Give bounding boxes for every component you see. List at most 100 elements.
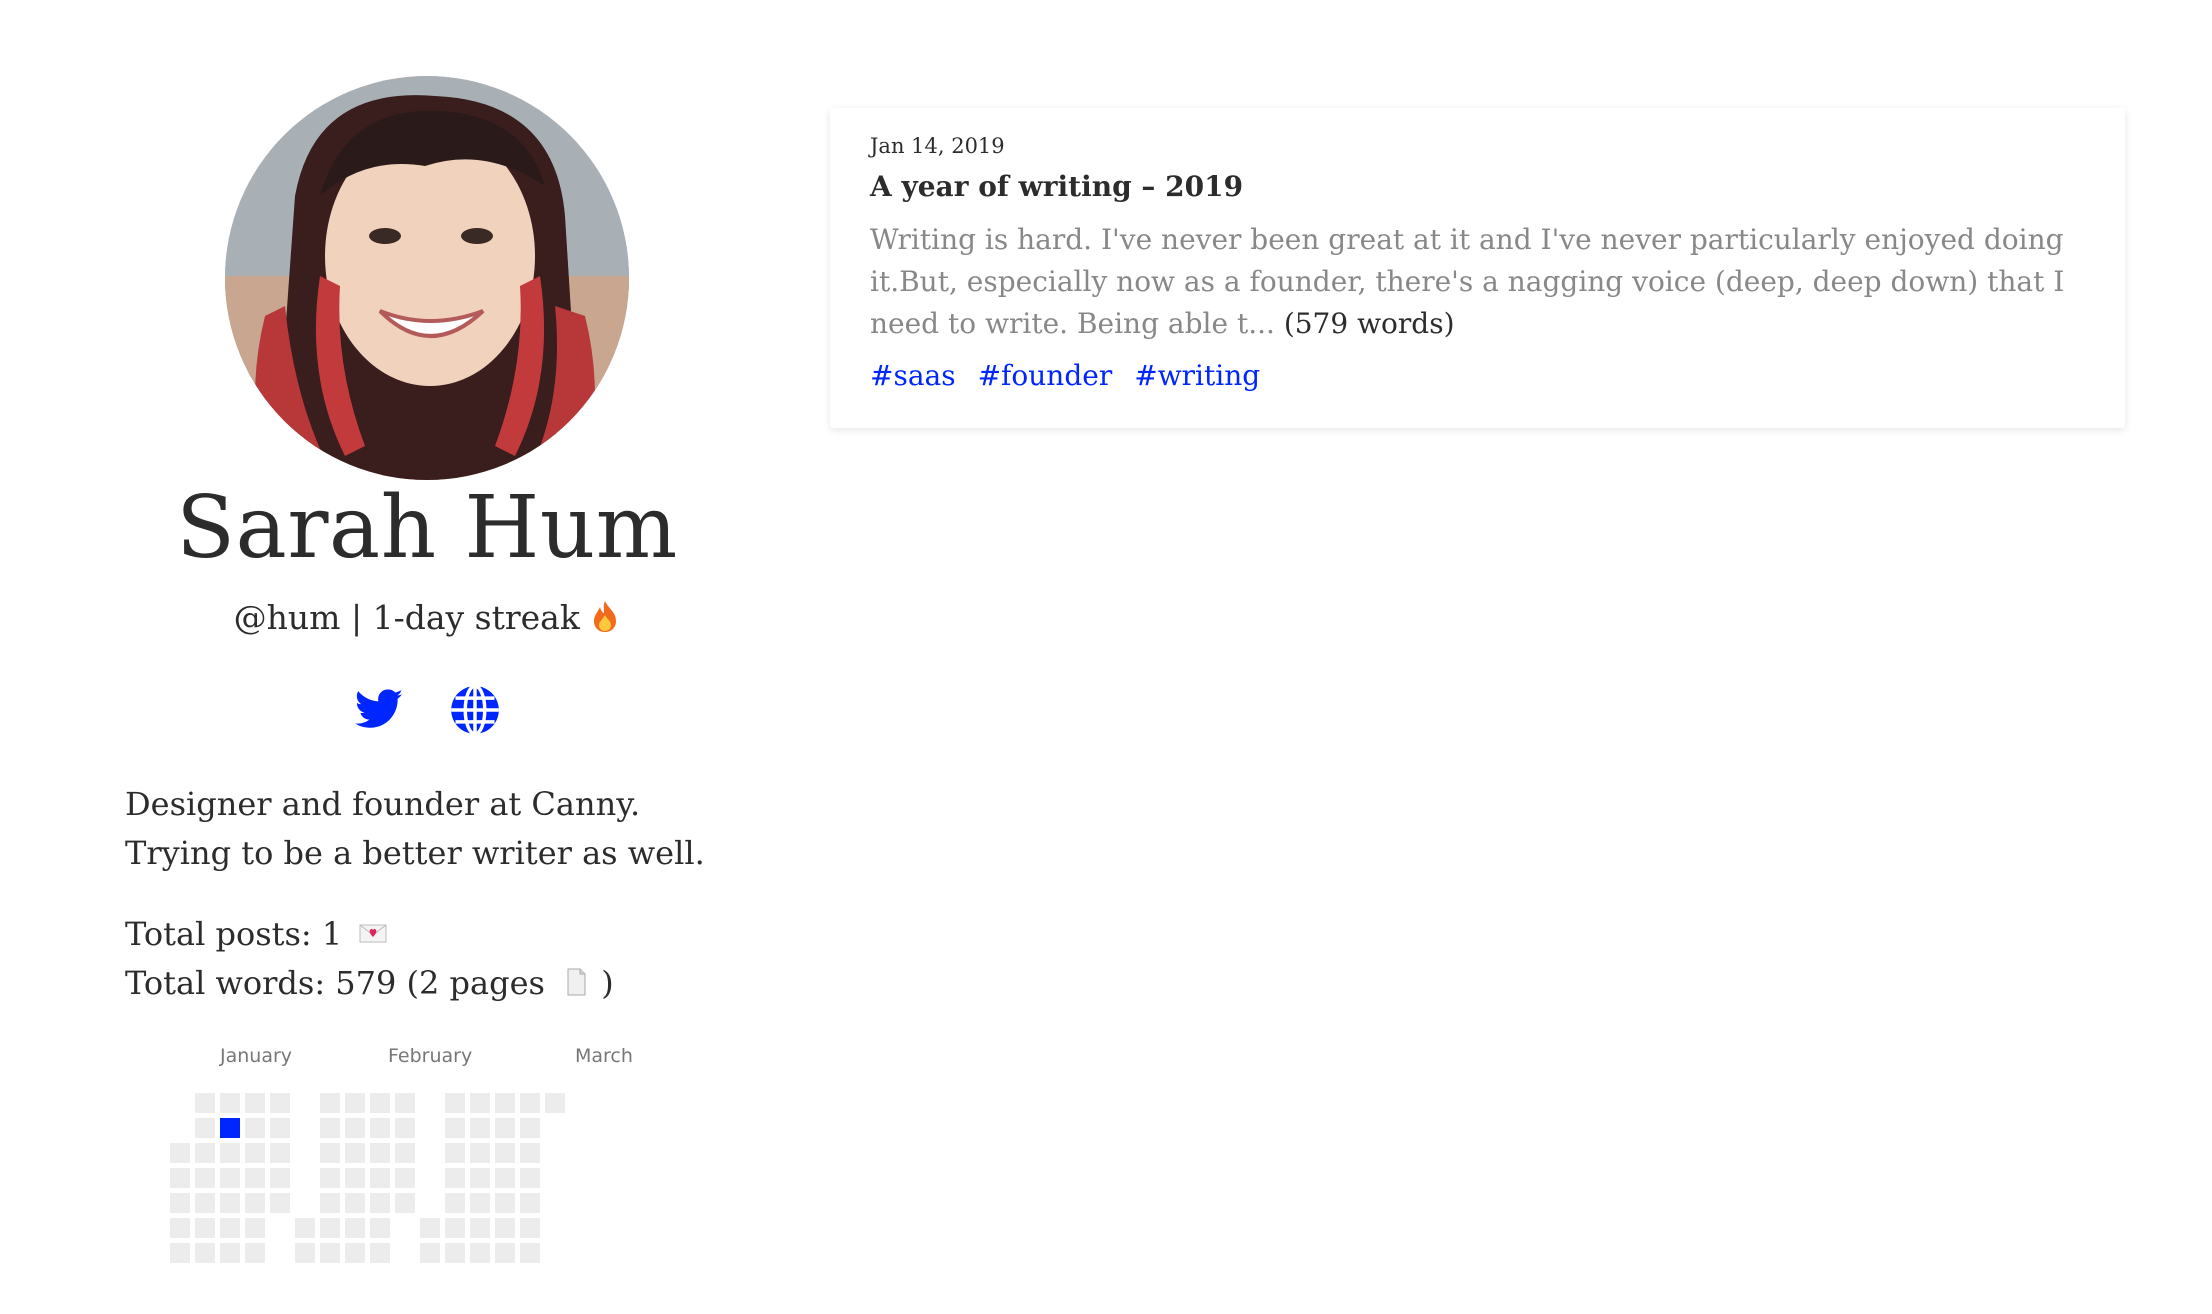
calendar-day-cell: [370, 1168, 390, 1188]
twitter-icon[interactable]: [353, 684, 405, 736]
calendar-day-cell: [395, 1168, 415, 1188]
calendar-day-cell: [520, 1093, 540, 1113]
calendar-day-cell: [470, 1193, 490, 1213]
calendar-day-cell: [195, 1118, 215, 1138]
calendar-day-cell: [370, 1118, 390, 1138]
calendar-day-cell: [270, 1193, 290, 1213]
calendar-day-cell: [345, 1243, 365, 1263]
calendar-day-cell: [195, 1193, 215, 1213]
calendar-day-cell: [245, 1118, 265, 1138]
calendar-day-cell: [470, 1218, 490, 1238]
calendar-day-cell: [370, 1093, 390, 1113]
calendar-day-cell: [195, 1093, 215, 1113]
calendar-day-cell: [170, 1218, 190, 1238]
calendar-day-cell: [270, 1143, 290, 1163]
calendar-day-cell: [245, 1218, 265, 1238]
avatar-illustration: [225, 76, 629, 480]
total-words-close: ): [601, 964, 614, 1002]
total-posts: Total posts: 1: [125, 910, 745, 959]
post-card[interactable]: Jan 14, 2019 A year of writing – 2019 Wr…: [830, 108, 2125, 428]
calendar-day-cell: [420, 1243, 440, 1263]
calendar-day-cell: [245, 1193, 265, 1213]
calendar-day-cell: [345, 1168, 365, 1188]
calendar-day-cell: [545, 1093, 565, 1113]
handle-streak: @hum | 1-day streak: [125, 598, 729, 637]
calendar-day-cell: [445, 1093, 465, 1113]
calendar-day-cell: [520, 1168, 540, 1188]
social-links: [125, 684, 729, 736]
calendar-day-cell: [195, 1243, 215, 1263]
calendar-day-cell: [320, 1118, 340, 1138]
calendar-day-cell: [520, 1193, 540, 1213]
calendar-day-cell: [395, 1143, 415, 1163]
calendar-day-cell: [270, 1093, 290, 1113]
calendar-day-cell: [445, 1193, 465, 1213]
calendar-day-cell: [495, 1168, 515, 1188]
profile-name: Sarah Hum: [176, 478, 678, 578]
calendar-day-cell: [370, 1193, 390, 1213]
calendar-day-cell: [495, 1218, 515, 1238]
month-label-february: February: [388, 1045, 473, 1067]
calendar-day-cell: [320, 1143, 340, 1163]
calendar-day-cell: [495, 1143, 515, 1163]
tag-writing[interactable]: #writing: [1134, 359, 1260, 392]
calendar-day-cell: [220, 1218, 240, 1238]
calendar-day-cell: [320, 1243, 340, 1263]
fire-icon: [594, 601, 617, 632]
calendar-day-cell: [445, 1118, 465, 1138]
page-icon: [567, 968, 586, 996]
calendar-day-cell: [395, 1193, 415, 1213]
calendar-day-cell: [270, 1168, 290, 1188]
post-tags: #saas #founder #writing: [870, 359, 2090, 392]
calendar-day-cell: [445, 1243, 465, 1263]
calendar-day-cell: [370, 1243, 390, 1263]
calendar-day-cell: [445, 1168, 465, 1188]
calendar-day-cell: [395, 1118, 415, 1138]
calendar-day-cell: [295, 1243, 315, 1263]
globe-icon[interactable]: [449, 684, 501, 736]
calendar-day-cell: [495, 1093, 515, 1113]
calendar-day-cell-active: [220, 1118, 240, 1138]
calendar-day-cell: [445, 1143, 465, 1163]
calendar-day-cell: [345, 1193, 365, 1213]
activity-calendar: January February March: [170, 1045, 690, 1263]
post-date: Jan 14, 2019: [870, 134, 1005, 158]
calendar-day-cell: [295, 1218, 315, 1238]
calendar-day-cell: [345, 1143, 365, 1163]
calendar-day-cell: [395, 1093, 415, 1113]
calendar-day-cell: [245, 1168, 265, 1188]
calendar-day-cell: [495, 1118, 515, 1138]
post-word-count: (579 words): [1283, 307, 1455, 340]
calendar-day-cell: [320, 1093, 340, 1113]
calendar-day-cell: [470, 1143, 490, 1163]
calendar-day-cell: [520, 1118, 540, 1138]
profile-stats: Total posts: 1 Total words: 579 (2 pages…: [125, 910, 745, 1008]
calendar-day-cell: [420, 1218, 440, 1238]
love-letter-icon: [359, 924, 387, 943]
total-words-text: Total words: 579 (2 pages: [125, 964, 545, 1002]
calendar-day-cell: [470, 1243, 490, 1263]
calendar-day-cell: [320, 1168, 340, 1188]
calendar-day-cell: [220, 1168, 240, 1188]
calendar-day-cell: [195, 1218, 215, 1238]
calendar-day-cell: [495, 1243, 515, 1263]
calendar-day-cell: [370, 1218, 390, 1238]
month-label-march: March: [575, 1045, 633, 1067]
calendar-day-cell: [520, 1243, 540, 1263]
calendar-day-cell: [270, 1118, 290, 1138]
month-label-january: January: [220, 1045, 293, 1067]
total-posts-text: Total posts: 1: [125, 915, 343, 953]
tag-founder[interactable]: #founder: [978, 359, 1113, 392]
calendar-day-cell: [345, 1218, 365, 1238]
tag-saas[interactable]: #saas: [870, 359, 956, 392]
calendar-day-cell: [195, 1168, 215, 1188]
post-excerpt-text: Writing is hard. I've never been great a…: [870, 223, 2065, 340]
calendar-day-cell: [170, 1168, 190, 1188]
handle-streak-text: @hum | 1-day streak: [233, 598, 580, 637]
total-words: Total words: 579 (2 pages ): [125, 959, 745, 1008]
calendar-day-cell: [320, 1218, 340, 1238]
post-title-link[interactable]: A year of writing – 2019: [870, 170, 2090, 203]
calendar-day-cell: [195, 1143, 215, 1163]
calendar-day-cell: [445, 1218, 465, 1238]
profile-bio: Designer and founder at Canny. Trying to…: [125, 785, 705, 872]
